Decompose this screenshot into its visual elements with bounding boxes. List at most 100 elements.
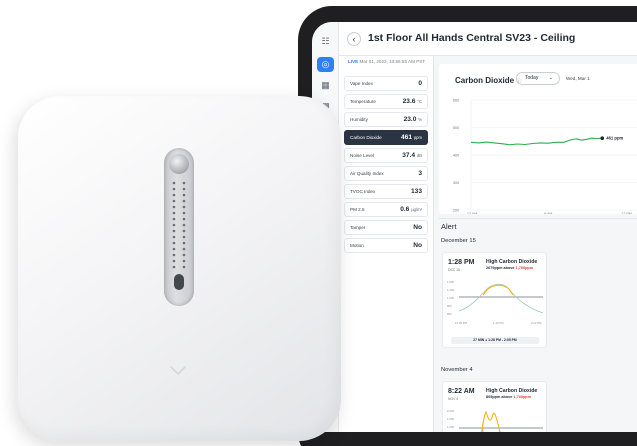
metric-label: Tamper xyxy=(350,225,366,230)
alert-y-tick: 1,200 xyxy=(447,288,454,292)
chevron-logo-icon xyxy=(170,366,186,376)
metric-number: 133 xyxy=(410,188,422,195)
page-title: 1st Floor All Hands Central SV23 - Ceili… xyxy=(368,32,576,44)
metric-label: Air Quality Index xyxy=(350,171,384,176)
metric-value: 0 xyxy=(418,80,422,87)
alert-day: NOV 4 xyxy=(448,397,459,401)
metric-number: 37.4 xyxy=(402,152,416,159)
alert-title: High Carbon Dioxide xyxy=(486,259,538,265)
chevron-down-icon: ⌄ xyxy=(548,75,553,81)
top-bar: ‹ 1st Floor All Hands Central SV23 - Cei… xyxy=(339,22,637,56)
alert-threshold-prefix: above xyxy=(503,266,515,270)
metric-number: 3 xyxy=(418,170,422,177)
alert-series-line xyxy=(482,427,500,432)
x-tick-label: 6 AM xyxy=(544,212,552,214)
metric-unit: °C xyxy=(417,99,422,104)
alert-threshold-prefix: above xyxy=(501,395,513,399)
air-quality-sensor-device xyxy=(18,96,341,441)
chart-title: Carbon Dioxide ⓘ xyxy=(455,76,521,85)
alert-level: 805ppm xyxy=(486,395,501,399)
vent-hole xyxy=(182,217,186,221)
vent-hole xyxy=(182,187,186,191)
alert-x-tick: 12:55 PM xyxy=(455,321,468,325)
metric-row[interactable]: Humidity 23.0 % xyxy=(344,112,428,127)
metric-row[interactable]: TVOC Index 133 xyxy=(344,184,428,199)
metric-number: 461 xyxy=(400,134,412,141)
live-status: LIVE Mar 01, 2023, 10:56:55 AM PST xyxy=(348,59,425,64)
chevron-left-icon[interactable]: ‹ xyxy=(347,32,361,46)
alert-x-tick: 2:02 PM xyxy=(531,321,542,325)
main-content: Carbon Dioxide ⓘ Today ⌄ Wed, Mar 1 600 5… xyxy=(434,56,637,432)
vent-hole xyxy=(172,193,176,197)
alert-level: 2679ppm xyxy=(486,266,503,270)
cards-icon[interactable]: ▦ xyxy=(317,78,334,93)
vent-hole xyxy=(182,223,186,227)
alert-y-tick: 1,000 xyxy=(447,425,454,429)
metric-row[interactable]: Temperature 23.6 °C xyxy=(344,94,428,109)
metric-value: 37.4 dB xyxy=(402,152,422,159)
alert-exceed-line xyxy=(482,284,514,296)
alert-time: 8:22 AM xyxy=(448,388,475,395)
metric-row[interactable]: Carbon Dioxide 461 ppm xyxy=(344,130,428,145)
vent-hole xyxy=(172,187,176,191)
alert-series-line xyxy=(458,283,544,314)
metric-value: 133 xyxy=(411,188,422,195)
alert-mini-chart: 2,000 1,500 1,000 xyxy=(447,409,543,432)
metric-label: Vape Index xyxy=(350,81,373,86)
metric-row[interactable]: Noise Level 37.4 dB xyxy=(344,148,428,163)
grid-apps-icon[interactable]: ☷ xyxy=(317,34,334,49)
vent-hole xyxy=(182,181,186,185)
alert-y-tick: 800 xyxy=(447,304,452,308)
time-range-select[interactable]: Today ⌄ xyxy=(516,72,560,85)
sensor-vent xyxy=(164,148,194,306)
vent-hole xyxy=(172,223,176,227)
app-screen: ☷ ◎ ▦ ▩ ‹ 1st Floor All Hands Central SV… xyxy=(312,22,637,432)
alert-detail: 2679ppm above 1,700ppm xyxy=(486,266,533,270)
live-badge: LIVE xyxy=(348,59,359,64)
metric-number: No xyxy=(413,242,422,249)
sensor-icon[interactable]: ◎ xyxy=(317,57,334,72)
metric-row[interactable]: Air Quality Index 3 xyxy=(344,166,428,181)
metric-value: 23.0 % xyxy=(404,116,422,123)
metric-row[interactable]: Tamper No xyxy=(344,220,428,235)
y-tick-label: 400 xyxy=(453,154,459,158)
co2-line-chart[interactable]: 600 500 400 300 200 12 AM 6 AM 12 PM 461 ppm xyxy=(439,92,637,214)
metric-value: 3 xyxy=(418,170,422,177)
alert-threshold: 1,700ppm xyxy=(515,266,534,270)
alert-card[interactable]: 1:28 PM DEC 15 High Carbon Dioxide 2679p… xyxy=(442,252,547,348)
y-tick-label: 600 xyxy=(453,99,459,103)
alert-duration-length: 27 MIN xyxy=(473,338,485,342)
alert-time: 1:28 PM xyxy=(448,259,475,266)
alert-group-date: November 4 xyxy=(441,367,473,373)
status-timestamp: Mar 01, 2023, 10:56:55 AM PST xyxy=(359,59,426,64)
metrics-panel: LIVE Mar 01, 2023, 10:56:55 AM PST Vape … xyxy=(339,56,434,432)
metric-label: Temperature xyxy=(350,99,376,104)
vent-hole xyxy=(172,235,176,239)
metric-number: No xyxy=(413,224,422,231)
alert-y-tick: 1,000 xyxy=(447,296,454,300)
sensor-lens xyxy=(169,154,189,174)
vent-hole xyxy=(172,253,176,257)
device-button xyxy=(174,274,184,290)
vent-hole xyxy=(172,229,176,233)
y-tick-label: 500 xyxy=(453,126,459,130)
metric-label: TVOC Index xyxy=(350,189,376,194)
metric-number: 0.6 xyxy=(400,206,410,213)
metric-row[interactable]: Vape Index 0 xyxy=(344,76,428,91)
vent-hole xyxy=(182,205,186,209)
vent-hole xyxy=(172,259,176,263)
vent-hole xyxy=(182,265,186,269)
metric-row[interactable]: PM 2.5 0.6 µg/m³ xyxy=(344,202,428,217)
metric-unit: % xyxy=(418,117,422,122)
metric-row[interactable]: Motion No xyxy=(344,238,428,253)
alert-y-tick: 1,500 xyxy=(447,417,454,421)
vent-hole xyxy=(172,205,176,209)
alert-card[interactable]: 8:22 AM NOV 4 High Carbon Dioxide 805ppm… xyxy=(442,381,547,432)
current-point xyxy=(600,136,605,141)
vent-hole xyxy=(172,211,176,215)
vent-hole xyxy=(172,181,176,185)
alert-threshold: 1,700ppm xyxy=(513,395,531,399)
metric-number: 23.6 xyxy=(402,98,416,105)
vent-hole xyxy=(172,217,176,221)
alert-y-tick: 1,500 xyxy=(447,280,454,284)
